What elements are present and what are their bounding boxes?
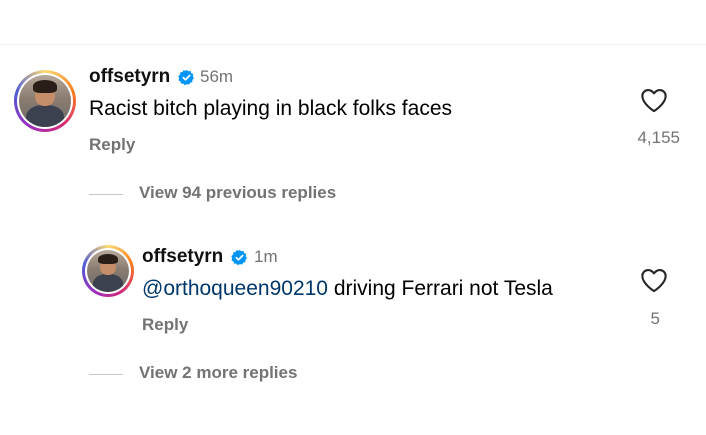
comment-time: 56m — [200, 67, 234, 86]
reply-time: 1m — [254, 247, 278, 266]
view-more-replies-button[interactable]: View 2 more replies — [139, 363, 297, 383]
reply-avatar[interactable] — [82, 245, 134, 297]
reply-like-count: 5 — [650, 309, 660, 328]
reply-username[interactable]: offsetyrn — [142, 246, 223, 268]
heart-icon[interactable] — [640, 267, 668, 293]
view-previous-line — [89, 194, 123, 195]
comment-username[interactable]: offsetyrn — [89, 66, 170, 88]
top-divider — [0, 44, 706, 45]
view-more-line — [89, 374, 123, 375]
avatar-photo — [19, 75, 71, 127]
view-previous-replies-button[interactable]: View 94 previous replies — [139, 183, 336, 203]
reply-avatar-photo — [87, 250, 129, 292]
mention-link[interactable]: @orthoqueen90210 — [142, 277, 328, 300]
reply-text-body: driving Ferrari not Tesla — [327, 277, 553, 300]
avatar[interactable] — [14, 70, 76, 132]
reply-text: @orthoqueen90210 driving Ferrari not Tes… — [142, 277, 553, 301]
comment-reply-button[interactable]: Reply — [89, 135, 135, 155]
heart-icon[interactable] — [640, 87, 668, 113]
comment-text: Racist bitch playing in black folks face… — [89, 97, 452, 120]
verified-badge-icon — [178, 69, 194, 86]
verified-badge-icon — [231, 249, 247, 266]
reply-reply-button[interactable]: Reply — [142, 315, 188, 335]
comment-like-count: 4,155 — [637, 128, 680, 147]
